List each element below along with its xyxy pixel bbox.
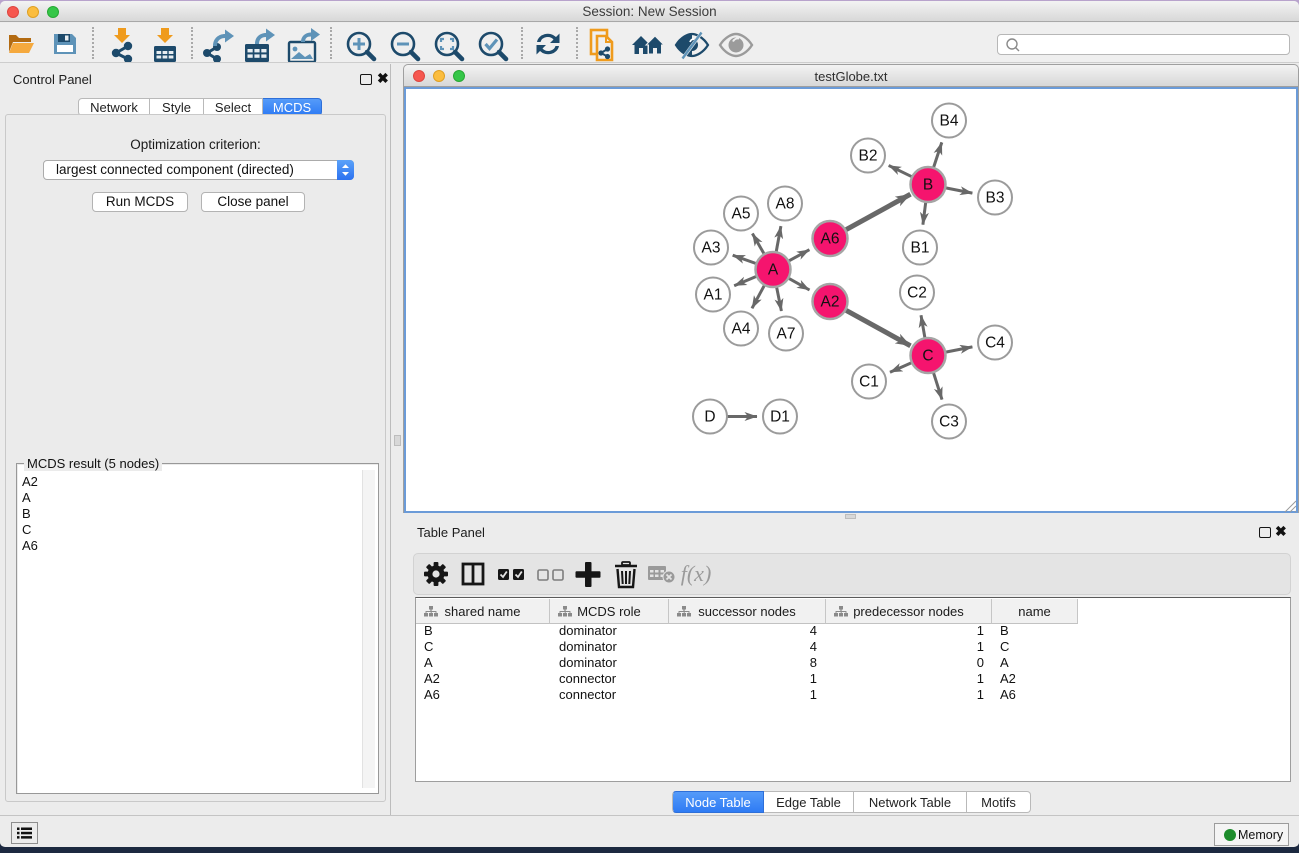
svg-text:D1: D1 [770,409,790,426]
svg-text:C2: C2 [907,285,927,302]
svg-text:B3: B3 [986,190,1005,207]
svg-text:A1: A1 [704,287,723,304]
svg-text:D: D [704,409,715,426]
svg-text:A6: A6 [821,231,840,248]
svg-text:B1: B1 [911,240,930,257]
svg-text:f(x): f(x) [681,561,712,586]
svg-text:C1: C1 [859,374,879,391]
svg-text:A8: A8 [776,196,795,213]
svg-text:B: B [923,177,933,194]
svg-text:A4: A4 [732,321,751,338]
svg-text:C: C [922,348,933,365]
svg-text:A3: A3 [702,240,721,257]
svg-text:A5: A5 [732,206,751,223]
svg-text:B2: B2 [859,148,878,165]
svg-text:C4: C4 [985,335,1005,352]
svg-text:B4: B4 [940,113,959,130]
svg-text:A7: A7 [777,326,796,343]
svg-text:A2: A2 [821,294,840,311]
svg-text:C3: C3 [939,414,959,431]
svg-text:A: A [768,262,779,279]
